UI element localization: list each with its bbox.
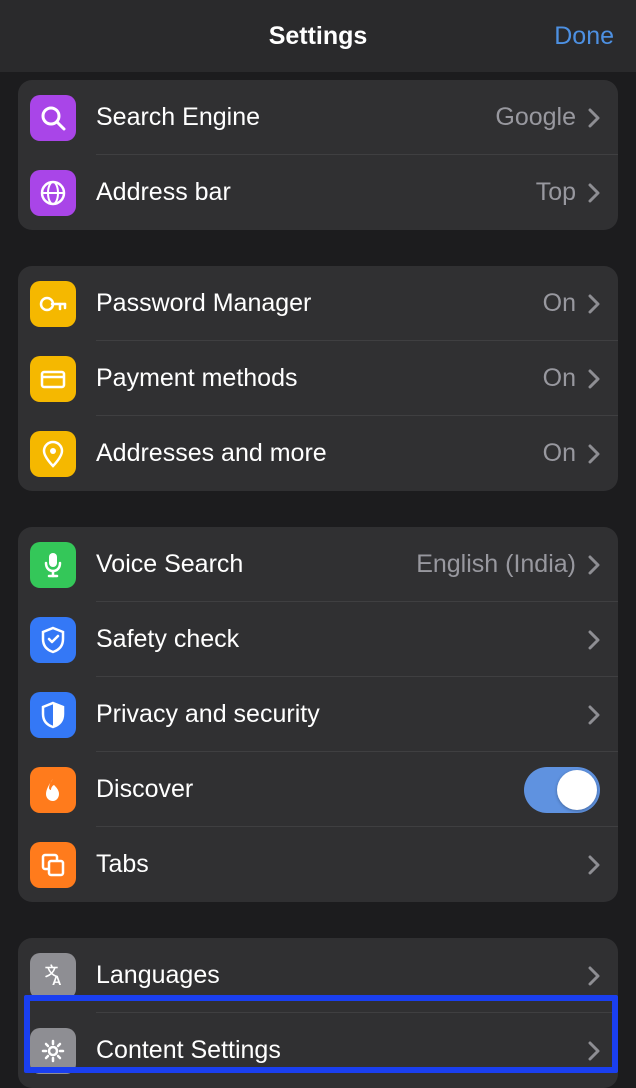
chevron-right-icon bbox=[588, 555, 600, 575]
row-password-manager[interactable]: Password Manager On bbox=[18, 266, 618, 341]
row-label: Safety check bbox=[96, 625, 588, 654]
row-address-bar[interactable]: Address bar Top bbox=[18, 155, 618, 230]
chevron-right-icon bbox=[588, 183, 600, 203]
row-label: Search Engine bbox=[96, 103, 495, 132]
chevron-right-icon bbox=[588, 444, 600, 464]
chevron-right-icon bbox=[588, 1041, 600, 1061]
row-value: On bbox=[543, 289, 576, 318]
chevron-right-icon bbox=[588, 705, 600, 725]
flame-icon bbox=[30, 767, 76, 813]
chevron-right-icon bbox=[588, 294, 600, 314]
globe-icon bbox=[30, 170, 76, 216]
chevron-right-icon bbox=[588, 966, 600, 986]
shield-half-icon bbox=[30, 692, 76, 738]
settings-content: Search Engine Google Address bar Top Pas… bbox=[0, 80, 636, 1088]
row-content-settings[interactable]: Content Settings bbox=[18, 1013, 618, 1088]
chevron-right-icon bbox=[588, 369, 600, 389]
row-value: On bbox=[543, 364, 576, 393]
row-value: Google bbox=[495, 103, 576, 132]
row-label: Voice Search bbox=[96, 550, 416, 579]
section-search: Search Engine Google Address bar Top bbox=[18, 80, 618, 230]
row-label: Password Manager bbox=[96, 289, 543, 318]
row-label: Languages bbox=[96, 961, 588, 990]
toggle-knob bbox=[557, 770, 597, 810]
svg-text:A: A bbox=[52, 973, 62, 988]
tabs-icon bbox=[30, 842, 76, 888]
row-languages[interactable]: 文A Languages bbox=[18, 938, 618, 1013]
row-label: Address bar bbox=[96, 178, 536, 207]
discover-toggle[interactable] bbox=[524, 767, 600, 813]
done-button[interactable]: Done bbox=[554, 22, 614, 51]
row-discover[interactable]: Discover bbox=[18, 752, 618, 827]
chevron-right-icon bbox=[588, 108, 600, 128]
row-payment-methods[interactable]: Payment methods On bbox=[18, 341, 618, 416]
row-value: English (India) bbox=[416, 550, 576, 579]
row-label: Content Settings bbox=[96, 1036, 588, 1065]
header-bar: Settings Done bbox=[0, 0, 636, 72]
page-title: Settings bbox=[269, 22, 368, 51]
shield-check-icon bbox=[30, 617, 76, 663]
chevron-right-icon bbox=[588, 630, 600, 650]
translate-icon: 文A bbox=[30, 953, 76, 999]
search-icon bbox=[30, 95, 76, 141]
row-label: Privacy and security bbox=[96, 700, 588, 729]
row-search-engine[interactable]: Search Engine Google bbox=[18, 80, 618, 155]
row-voice-search[interactable]: Voice Search English (India) bbox=[18, 527, 618, 602]
row-label: Payment methods bbox=[96, 364, 543, 393]
chevron-right-icon bbox=[588, 855, 600, 875]
key-icon bbox=[30, 281, 76, 327]
section-features: Voice Search English (India) Safety chec… bbox=[18, 527, 618, 902]
row-label: Tabs bbox=[96, 850, 588, 879]
row-value: On bbox=[543, 439, 576, 468]
row-tabs[interactable]: Tabs bbox=[18, 827, 618, 902]
mic-icon bbox=[30, 542, 76, 588]
row-value: Top bbox=[536, 178, 576, 207]
section-advanced: 文A Languages Content Settings bbox=[18, 938, 618, 1088]
gear-icon bbox=[30, 1028, 76, 1074]
row-safety-check[interactable]: Safety check bbox=[18, 602, 618, 677]
row-label: Discover bbox=[96, 775, 524, 804]
row-label: Addresses and more bbox=[96, 439, 543, 468]
row-addresses-more[interactable]: Addresses and more On bbox=[18, 416, 618, 491]
pin-icon bbox=[30, 431, 76, 477]
card-icon bbox=[30, 356, 76, 402]
row-privacy-security[interactable]: Privacy and security bbox=[18, 677, 618, 752]
section-autofill: Password Manager On Payment methods On A… bbox=[18, 266, 618, 491]
